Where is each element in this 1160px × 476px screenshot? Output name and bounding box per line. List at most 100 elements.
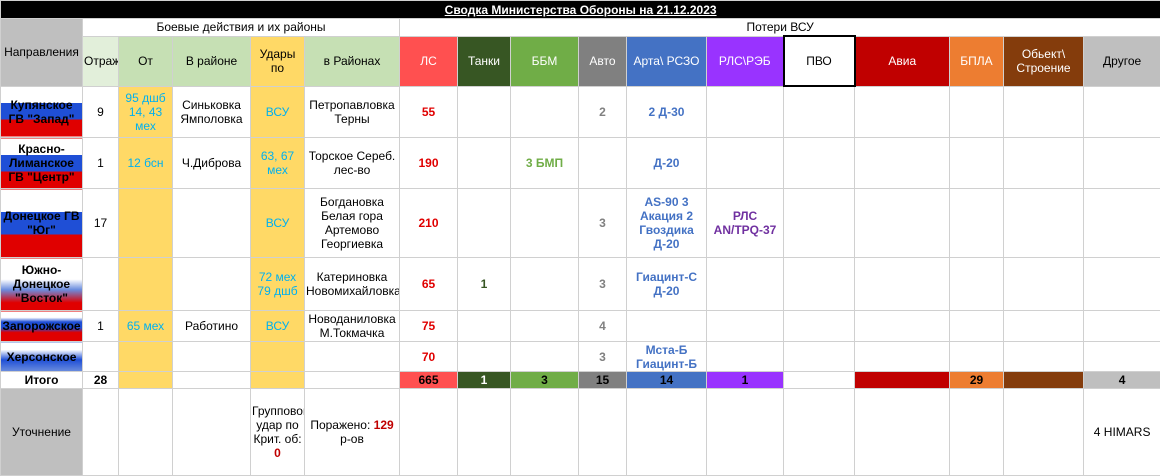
aviation-cell (855, 86, 950, 138)
direction-cell: Южно-Донецкое "Восток" (1, 258, 83, 311)
header-directions: Направления (1, 19, 83, 87)
radar-ew-cell (707, 138, 784, 189)
totals-label: Итого (1, 372, 83, 389)
afv-cell (511, 311, 579, 342)
air-defense-cell (784, 189, 855, 258)
total-personnel: 665 (400, 372, 458, 389)
air-defense-cell (784, 86, 855, 138)
repelled-cell: 17 (83, 189, 119, 258)
total-other: 4 (1084, 372, 1160, 389)
other-cell (1084, 189, 1160, 258)
objects-cell (1004, 189, 1084, 258)
strikes-cell: 63, 67 мех (251, 138, 305, 189)
uav-cell (950, 189, 1004, 258)
totals-row: Итого 28 665 1 3 15 14 1 29 4 (1, 372, 1160, 389)
in-area-cell: Работино (173, 311, 251, 342)
afv-cell (511, 189, 579, 258)
header-in-area: В районе (173, 36, 251, 86)
air-defense-cell (784, 311, 855, 342)
objects-cell (1004, 258, 1084, 311)
note-cell (627, 389, 707, 476)
hit-areas-value: 129 (374, 418, 394, 432)
group-strike-note: Групповой удар по Крит. об: 0 (251, 389, 305, 476)
note-cell (119, 389, 173, 476)
direction-cell: Купянское ГВ "Запад" (1, 86, 83, 138)
uav-cell (950, 138, 1004, 189)
header-vehicles: Авто (579, 36, 627, 86)
group-strike-value: 0 (274, 446, 281, 460)
repelled-cell (83, 258, 119, 311)
personnel-cell: 55 (400, 86, 458, 138)
table-row: Донецкое ГВ "Юг" 17 ВСУ Богдановка Белая… (1, 189, 1160, 258)
from-cell (119, 189, 173, 258)
note-cell (511, 389, 579, 476)
note-cell (950, 389, 1004, 476)
header-afv: ББМ (511, 36, 579, 86)
in-areas-cell: Новоданиловка М.Токмачка (305, 311, 400, 342)
total-radar-ew: 1 (707, 372, 784, 389)
group-losses: Потери ВСУ (400, 19, 1160, 37)
total-tanks: 1 (458, 372, 511, 389)
table-row: Южно-Донецкое "Восток" 72 мех 79 дшб Кат… (1, 258, 1160, 311)
total-repelled: 28 (83, 372, 119, 389)
header-artillery: Арта\ РСЗО (627, 36, 707, 86)
artillery-cell: Гиацинт-С Д-20 (627, 258, 707, 311)
objects-cell (1004, 342, 1084, 372)
repelled-cell: 1 (83, 311, 119, 342)
aviation-cell (855, 138, 950, 189)
direction-cell: Красно-Лиманское ГВ "Центр" (1, 138, 83, 189)
in-area-cell (173, 342, 251, 372)
in-area-cell: Синьковка Ямполовка (173, 86, 251, 138)
personnel-cell: 65 (400, 258, 458, 311)
from-cell (119, 258, 173, 311)
direction-cell: Донецкое ГВ "Юг" (1, 189, 83, 258)
radar-ew-cell (707, 86, 784, 138)
tanks-cell (458, 189, 511, 258)
total-air-defense (784, 372, 855, 389)
tanks-cell (458, 342, 511, 372)
note-cell (707, 389, 784, 476)
table-row: Красно-Лиманское ГВ "Центр" 1 12 бсн Ч.Д… (1, 138, 1160, 189)
in-areas-cell: Торское Сереб. лес-во (305, 138, 400, 189)
aviation-cell (855, 311, 950, 342)
note-cell (855, 389, 950, 476)
vehicles-cell: 3 (579, 258, 627, 311)
other-note: 4 HIMARS (1084, 389, 1160, 476)
total-afv: 3 (511, 372, 579, 389)
group-combat: Боевые действия и их районы (83, 19, 400, 37)
direction-cell: Херсонское (1, 342, 83, 372)
in-areas-cell: Богдановка Белая гора Артемово Георгиевк… (305, 189, 400, 258)
uav-cell (950, 311, 1004, 342)
artillery-cell: Мста-Б Гиацинт-Б (627, 342, 707, 372)
air-defense-cell (784, 342, 855, 372)
repelled-cell (83, 342, 119, 372)
objects-cell (1004, 138, 1084, 189)
uav-cell (950, 86, 1004, 138)
afv-cell: 3 БМП (511, 138, 579, 189)
strikes-cell: ВСУ (251, 86, 305, 138)
header-other: Другое (1084, 36, 1160, 86)
in-areas-cell: Катериновка Новомихайловка (305, 258, 400, 311)
from-cell (119, 342, 173, 372)
uav-cell (950, 342, 1004, 372)
vehicles-cell: 3 (579, 342, 627, 372)
total-in-areas (305, 372, 400, 389)
repelled-cell: 1 (83, 138, 119, 189)
header-from: От (119, 36, 173, 86)
personnel-cell: 70 (400, 342, 458, 372)
note-cell (458, 389, 511, 476)
header-objects: Обьект\ Строение (1004, 36, 1084, 86)
total-uav: 29 (950, 372, 1004, 389)
header-air-defense: ПВО (784, 36, 855, 86)
in-area-cell (173, 189, 251, 258)
personnel-cell: 210 (400, 189, 458, 258)
other-cell (1084, 258, 1160, 311)
artillery-cell (627, 311, 707, 342)
table-row: Купянское ГВ "Запад" 9 95 дшб 14, 43 мех… (1, 86, 1160, 138)
total-strikes (251, 372, 305, 389)
in-area-cell: Ч.Диброва (173, 138, 251, 189)
report-title: Сводка Министерства Обороны на 21.12.202… (1, 1, 1160, 19)
air-defense-cell (784, 138, 855, 189)
direction-cell: Запорожское (1, 311, 83, 342)
from-cell: 12 бсн (119, 138, 173, 189)
